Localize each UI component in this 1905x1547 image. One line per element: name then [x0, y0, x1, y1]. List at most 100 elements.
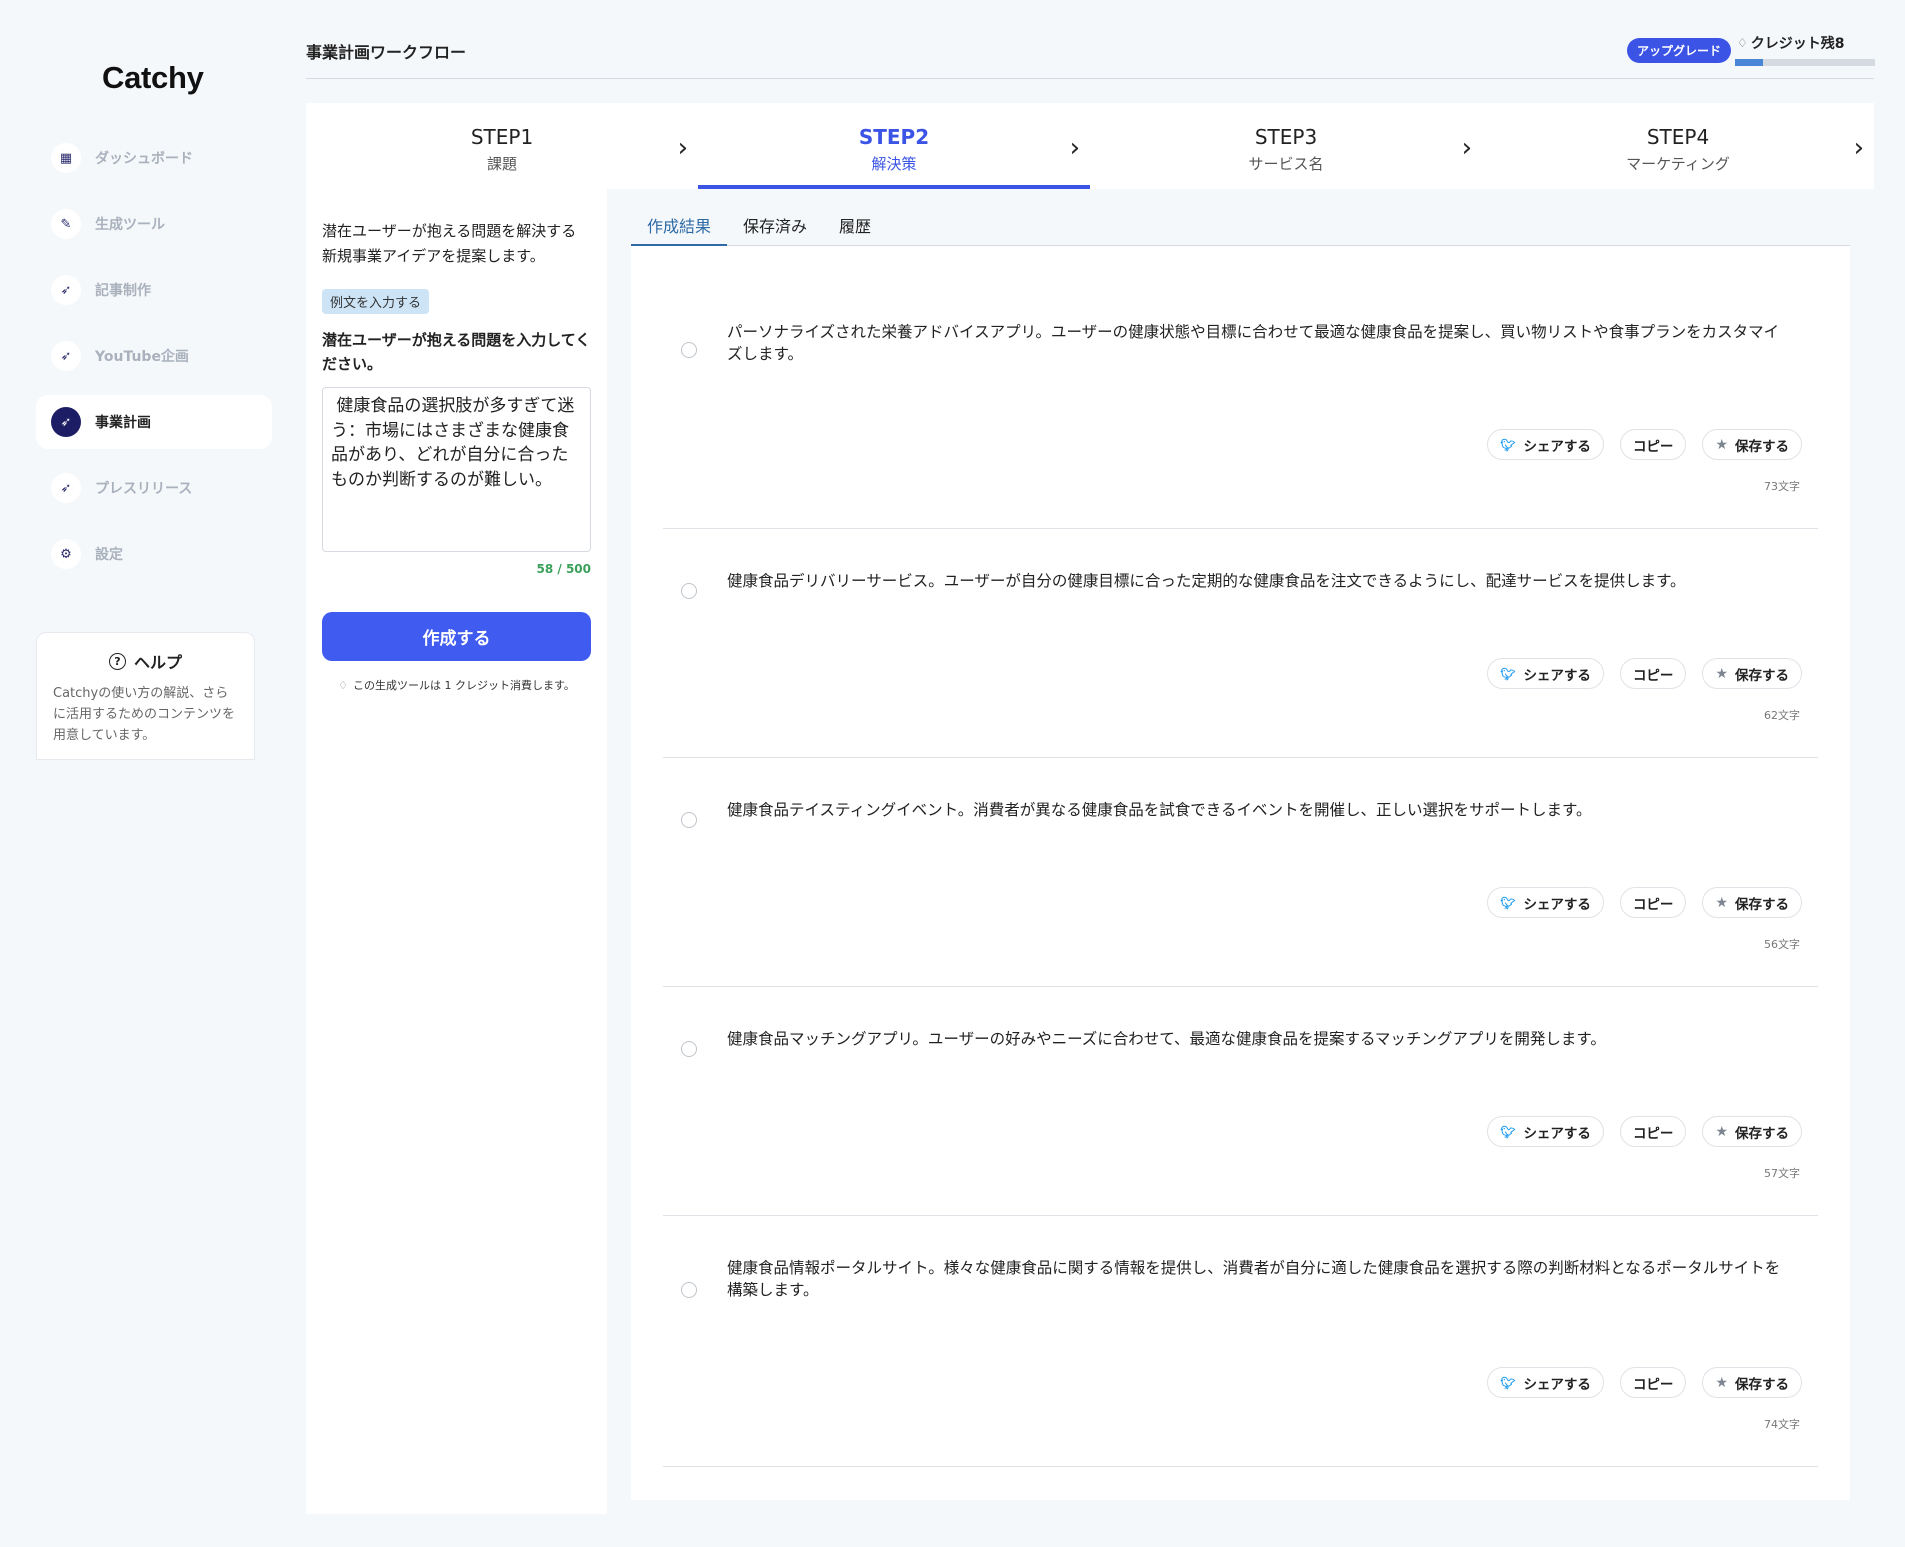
help-title-text: ヘルプ: [133, 653, 182, 672]
result-actions: 🐦︎ シェアする コピー ★ 保存する: [1471, 1116, 1802, 1147]
problem-textarea[interactable]: [322, 387, 591, 552]
share-button[interactable]: 🐦︎ シェアする: [1487, 1367, 1604, 1398]
sidebar-item-label: プレスリリース: [95, 481, 193, 497]
gear-icon: ⚙: [51, 539, 81, 569]
sidebar-item-settings[interactable]: ⚙ 設定: [36, 527, 272, 581]
twitter-icon: 🐦︎: [1500, 1124, 1516, 1139]
upgrade-button[interactable]: アップグレード: [1627, 38, 1732, 63]
save-button[interactable]: ★ 保存する: [1702, 1367, 1802, 1398]
char-count: 56文字: [1764, 938, 1800, 951]
step-3[interactable]: STEP3 サービス名 ›: [1090, 103, 1482, 189]
sidebar-item-label: 設定: [95, 547, 123, 563]
result-select-radio[interactable]: [681, 583, 697, 599]
copy-label: コピー: [1632, 896, 1674, 913]
step-1[interactable]: STEP1 課題 ›: [306, 103, 698, 189]
results-area: 作成結果 保存済み 履歴 パーソナライズされた栄養アドバイスアプリ。ユーザーの健…: [631, 189, 1850, 1500]
save-button[interactable]: ★ 保存する: [1702, 887, 1802, 918]
share-button[interactable]: 🐦︎ シェアする: [1487, 658, 1604, 689]
copy-label: コピー: [1632, 1376, 1674, 1393]
star-icon: ★: [1715, 1374, 1728, 1391]
result-select-radio[interactable]: [681, 342, 697, 358]
credit-note-text: この生成ツールは 1 クレジット消費します。: [352, 679, 575, 692]
page-title: 事業計画ワークフロー: [306, 43, 467, 62]
result-select-radio[interactable]: [681, 1041, 697, 1057]
result-actions: 🐦︎ シェアする コピー ★ 保存する: [1471, 658, 1802, 689]
rocket-icon: ➶: [51, 341, 81, 371]
sidebar-item-tools[interactable]: ✎ 生成ツール: [36, 197, 272, 251]
tab-history[interactable]: 履歴: [823, 207, 887, 246]
copy-button[interactable]: コピー: [1619, 658, 1687, 689]
help-title: ? ヘルプ: [53, 649, 238, 673]
save-button[interactable]: ★ 保存する: [1702, 1116, 1802, 1147]
result-actions: 🐦︎ シェアする コピー ★ 保存する: [1471, 429, 1802, 460]
tool-description: 潜在ユーザーが抱える問題を解決する新規事業アイデアを提案します。: [322, 222, 577, 265]
step-name: サービス名: [1248, 155, 1324, 173]
sidebar-item-label: ダッシュボード: [95, 151, 193, 167]
sidebar-item-business-plan[interactable]: ➶ 事業計画: [36, 395, 272, 449]
char-count: 74文字: [1764, 1418, 1800, 1431]
copy-button[interactable]: コピー: [1619, 887, 1687, 918]
result-select-radio[interactable]: [681, 812, 697, 828]
problem-field-label: 潜在ユーザーが抱える問題を入力してください。: [322, 331, 591, 373]
credit-note: ♢ この生成ツールは 1 クレジット消費します。: [322, 677, 591, 693]
rocket-icon: ➶: [51, 473, 81, 503]
sidebar-item-dashboard[interactable]: ▦ ダッシュボード: [36, 131, 272, 185]
sidebar: Catchy ▦ ダッシュボード ✎ 生成ツール ➶ 記事制作 ➶ YouTub…: [17, 0, 275, 760]
result-text: パーソナライズされた栄養アドバイスアプリ。ユーザーの健康状態や目標に合わせて最適…: [727, 323, 1780, 363]
results-list: パーソナライズされた栄養アドバイスアプリ。ユーザーの健康状態や目標に合わせて最適…: [631, 246, 1850, 1500]
copy-button[interactable]: コピー: [1619, 1116, 1687, 1147]
share-label: シェアする: [1523, 438, 1591, 455]
help-text: Catchyの使い方の解説、さらに活用するためのコンテンツを用意しています。: [53, 686, 236, 743]
save-label: 保存する: [1735, 1125, 1789, 1142]
insert-example-button[interactable]: 例文を入力する: [322, 289, 430, 314]
results-tabs: 作成結果 保存済み 履歴: [631, 207, 1850, 246]
save-button[interactable]: ★ 保存する: [1702, 658, 1802, 689]
result-item: 健康食品マッチングアプリ。ユーザーの好みやニーズに合わせて、最適な健康食品を提案…: [663, 987, 1818, 1216]
result-text: 健康食品デリバリーサービス。ユーザーが自分の健康目標に合った定期的な健康食品を注…: [727, 572, 1686, 590]
result-item: 健康食品情報ポータルサイト。様々な健康食品に関する情報を提供し、消費者が自分に適…: [663, 1216, 1818, 1467]
save-label: 保存する: [1735, 438, 1789, 455]
step-number: STEP3: [1254, 125, 1318, 149]
step-4[interactable]: STEP4 マーケティング ›: [1482, 103, 1874, 189]
step-number: STEP2: [858, 125, 930, 149]
save-button[interactable]: ★ 保存する: [1702, 429, 1802, 460]
share-button[interactable]: 🐦︎ シェアする: [1487, 887, 1604, 918]
tab-saved[interactable]: 保存済み: [727, 207, 823, 246]
copy-button[interactable]: コピー: [1619, 1367, 1687, 1398]
sidebar-item-articles[interactable]: ➶ 記事制作: [36, 263, 272, 317]
sidebar-item-youtube[interactable]: ➶ YouTube企画: [36, 329, 272, 383]
share-button[interactable]: 🐦︎ シェアする: [1487, 429, 1604, 460]
twitter-icon: 🐦︎: [1500, 895, 1516, 910]
copy-button[interactable]: コピー: [1619, 429, 1687, 460]
sidebar-item-press-release[interactable]: ➶ プレスリリース: [36, 461, 272, 515]
create-button[interactable]: 作成する: [322, 612, 591, 661]
app-logo[interactable]: Catchy: [102, 60, 204, 96]
credits-display: ♢ クレジット残8: [1737, 33, 1845, 53]
share-button[interactable]: 🐦︎ シェアする: [1487, 1116, 1604, 1147]
step-number: STEP4: [1646, 125, 1710, 149]
credit-progress-fill: [1735, 59, 1763, 66]
share-label: シェアする: [1523, 667, 1591, 684]
result-text: 健康食品情報ポータルサイト。様々な健康食品に関する情報を提供し、消費者が自分に適…: [727, 1259, 1781, 1299]
help-card[interactable]: ? ヘルプ Catchyの使い方の解説、さらに活用するためのコンテンツを用意して…: [36, 632, 255, 760]
result-item: パーソナライズされた栄養アドバイスアプリ。ユーザーの健康状態や目標に合わせて最適…: [663, 246, 1818, 529]
sidebar-item-label: 記事制作: [95, 283, 151, 299]
step-name: 課題: [486, 155, 517, 173]
step-2[interactable]: STEP2 解決策 ›: [698, 103, 1090, 189]
question-icon: ?: [108, 652, 126, 670]
wrench-icon: ✎: [51, 209, 81, 239]
sidebar-item-label: 生成ツール: [95, 217, 165, 233]
result-select-radio[interactable]: [681, 1282, 697, 1298]
diamond-icon: ♢: [338, 678, 348, 692]
result-item: 健康食品デリバリーサービス。ユーザーが自分の健康目標に合った定期的な健康食品を注…: [663, 529, 1818, 758]
share-label: シェアする: [1523, 896, 1591, 913]
step-name: 解決策: [871, 155, 917, 173]
result-text: 健康食品テイスティングイベント。消費者が異なる健康食品を試食できるイベントを開催…: [727, 801, 1592, 819]
sidebar-nav: ▦ ダッシュボード ✎ 生成ツール ➶ 記事制作 ➶ YouTube企画 ➶ 事…: [36, 131, 272, 593]
credit-progress-bar: [1735, 59, 1875, 66]
input-panel: 潜在ユーザーが抱える問題を解決する新規事業アイデアを提案します。 例文を入力する…: [306, 189, 607, 1514]
sidebar-item-label: YouTube企画: [95, 349, 189, 365]
tab-results[interactable]: 作成結果: [631, 207, 728, 246]
twitter-icon: 🐦︎: [1500, 1375, 1516, 1390]
result-actions: 🐦︎ シェアする コピー ★ 保存する: [1471, 887, 1802, 918]
